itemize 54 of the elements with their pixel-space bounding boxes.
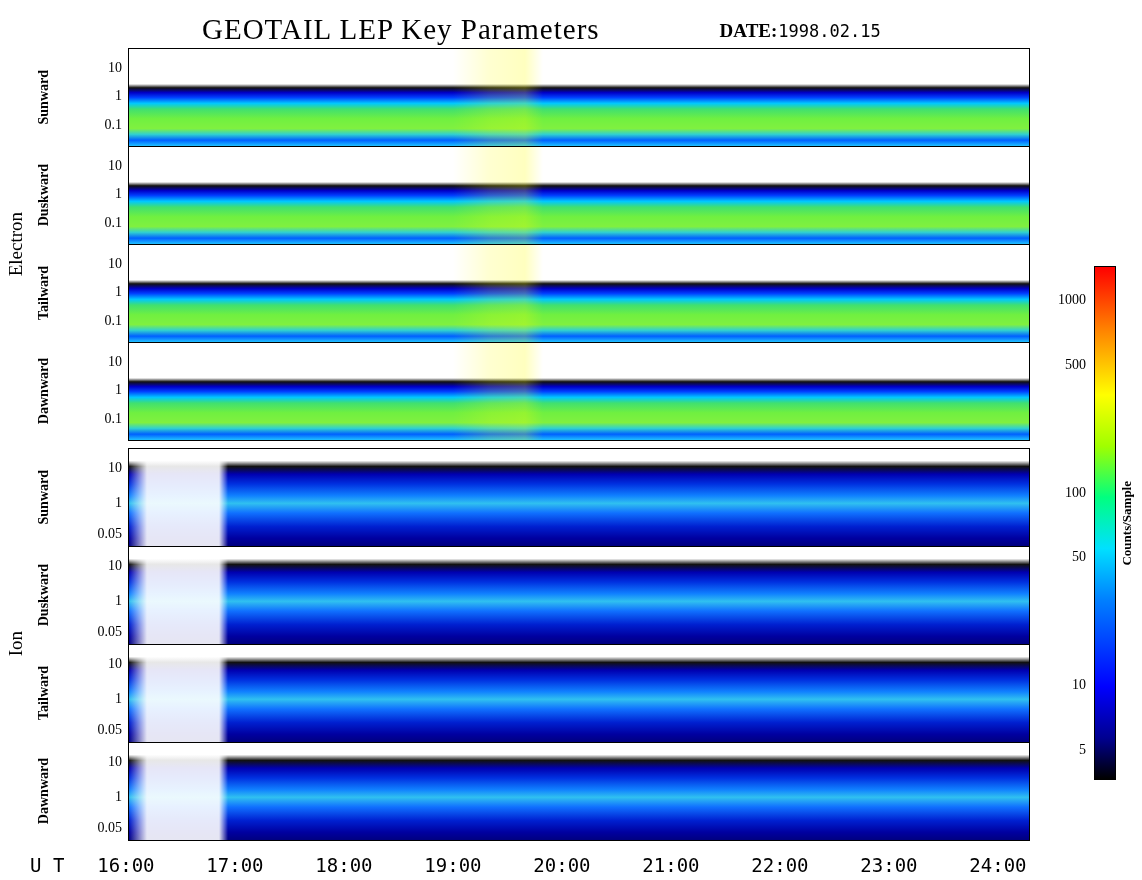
panel-label: Dawnward — [36, 757, 52, 825]
x-tick-label: 21:00 — [641, 854, 701, 876]
y-tick-label: 0.1 — [104, 216, 122, 231]
y-tick-label: 10 — [108, 158, 122, 173]
x-tick-label: 24:00 — [968, 854, 1028, 876]
panel-label: Tailward — [36, 266, 52, 320]
y-tick-label: 1 — [115, 285, 122, 299]
date-label: DATE: — [719, 20, 778, 41]
panel-label: Tailward — [36, 666, 52, 720]
y-tick-label: 10 — [108, 60, 122, 75]
y-tick-label: 10 — [108, 460, 122, 475]
y-tick-label: 10 — [108, 354, 122, 369]
colorbar-tick-label: 1000 — [1058, 292, 1086, 307]
x-tick-label: 18:00 — [314, 854, 374, 876]
colorbar-tick-label: 500 — [1065, 358, 1086, 373]
x-tick-label: 22:00 — [750, 854, 810, 876]
y-tick-label: 1 — [115, 691, 122, 706]
x-tick-label: 19:00 — [423, 854, 483, 876]
colorbar-tick-label: 100 — [1065, 486, 1086, 501]
y-tick-label: 10 — [108, 256, 122, 271]
y-tick-label: 0.05 — [97, 625, 122, 640]
colorbar-tick-label: 5 — [1079, 742, 1086, 757]
panel-label: Duskward — [36, 163, 52, 227]
colorbar-tick-label: 10 — [1072, 677, 1086, 692]
y-tick-label: 0.1 — [104, 412, 122, 427]
y-tick-label: 10 — [108, 558, 122, 573]
x-tick-label: 23:00 — [859, 854, 919, 876]
y-tick-label: 10 — [108, 754, 122, 769]
panel-label: Dawnward — [36, 357, 52, 425]
y-tick-label: 1 — [115, 187, 122, 201]
panel-label: Sunward — [36, 69, 52, 125]
colorbar-label: Counts/Sample — [1119, 480, 1135, 566]
x-tick-label: 16:00 — [96, 854, 156, 876]
y-tick-label: 1 — [115, 789, 122, 804]
colorbar-tick-label: 50 — [1072, 549, 1086, 564]
y-tick-label: 1 — [115, 495, 122, 510]
panel-label: Sunward — [36, 469, 52, 525]
y-tick-label: 0.05 — [97, 821, 122, 836]
x-tick-label: 20:00 — [532, 854, 592, 876]
chart-title: GEOTAIL LEP Key Parameters — [202, 12, 600, 46]
y-tick-label: 0.05 — [97, 723, 122, 738]
group-label: Ion — [5, 631, 27, 657]
y-tick-label: 1 — [115, 383, 122, 397]
y-tick-label: 1 — [115, 89, 122, 103]
y-tick-label: 0.05 — [97, 527, 122, 542]
y-tick-label: 0.1 — [104, 314, 122, 329]
y-tick-label: 1 — [115, 593, 122, 608]
date-value: 1998.02.15 — [778, 21, 881, 41]
y-tick-label: 10 — [108, 656, 122, 671]
x-tick-label: 17:00 — [205, 854, 265, 876]
panel-label: Duskward — [36, 563, 52, 627]
group-label: Electron — [5, 211, 27, 277]
y-tick-label: 0.1 — [104, 118, 122, 133]
x-axis-label: U T — [29, 854, 66, 876]
